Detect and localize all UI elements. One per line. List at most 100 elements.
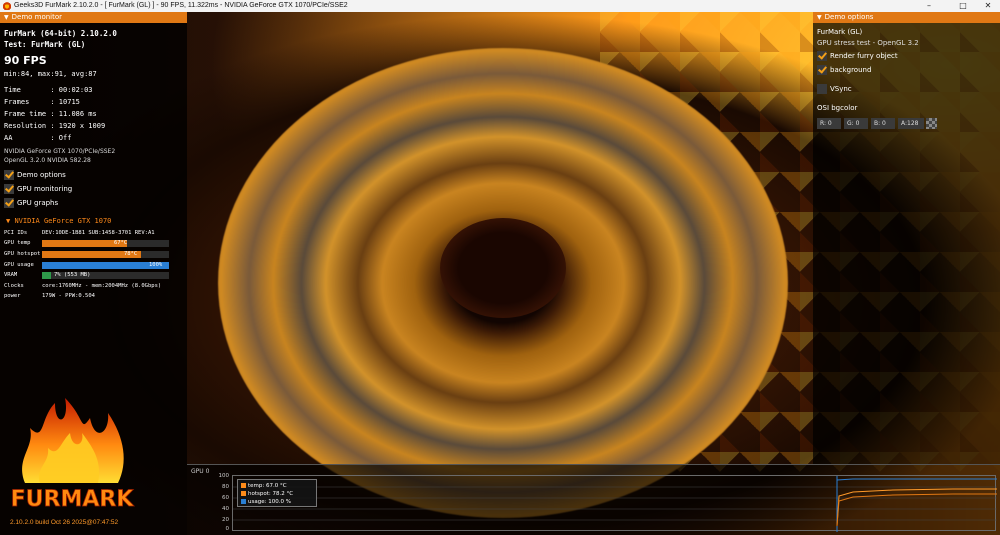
stat-resolution: Resolution : 1920 x 1009 — [4, 122, 105, 130]
legend-label: hotspot: 78.2 °C — [248, 491, 294, 497]
stat-label: Frame time : — [4, 110, 55, 118]
bgcolor-r-field[interactable]: R: 0 — [817, 118, 841, 129]
power-row: power 179W - PPW:0.504 — [4, 292, 184, 301]
pci-value: DEV:10DE-1B81 SUB:1458-3701 REV:A1 — [42, 230, 155, 236]
collapse-triangle-icon: ▼ — [4, 14, 9, 21]
window-title: Geeks3D FurMark 2.10.2.0 - [ FurMark (GL… — [14, 2, 348, 9]
collapse-triangle-icon: ▼ — [817, 14, 822, 21]
usage-series-line — [836, 478, 997, 481]
maximize-button[interactable]: □ — [952, 0, 974, 12]
gpu-hotspot-label: GPU hotspot — [4, 251, 41, 257]
demo-name: FurMark (GL) — [817, 28, 863, 36]
clocks-value: core:1760MHz - mem:2004MHz (8.0Gbps) — [42, 283, 162, 289]
furmark-logo: FURMARK — [10, 398, 135, 512]
legend-swatch — [241, 499, 246, 504]
stat-value: 1920 x 1009 — [58, 122, 106, 130]
gpu-graphs-checkbox[interactable]: GPU graphs — [4, 198, 58, 209]
stat-frames: Frames : 10715 — [4, 98, 80, 106]
gpu-name: NVIDIA GeForce GTX 1070 — [14, 217, 112, 225]
y-tick-label: 60 — [222, 495, 229, 501]
vram-label: VRAM — [4, 272, 18, 278]
checkbox-checked-icon — [4, 198, 14, 208]
demo-options-panel: ▼ Demo options FurMark (GL) GPU stress te… — [813, 12, 1000, 464]
opengl-info: OpenGL 3.2.0 NVIDIA 582.28 — [4, 157, 91, 164]
gpu-usage-label: GPU usage — [4, 262, 34, 268]
logo-wordmark: FURMARK — [11, 487, 135, 512]
minimize-button[interactable]: – — [918, 0, 940, 12]
gpu-monitoring-checkbox[interactable]: GPU monitoring — [4, 184, 72, 195]
y-tick-label: 80 — [222, 484, 229, 490]
clocks-row: Clocks core:1760MHz - mem:2004MHz (8.0Gb… — [4, 282, 184, 291]
test-name: Test: FurMark (GL) — [4, 40, 86, 49]
checkbox-checked-icon — [4, 170, 14, 180]
background-checkbox[interactable]: background — [817, 65, 871, 76]
power-label: power — [4, 293, 21, 299]
gpu-temp-value: 67°C — [114, 240, 128, 246]
legend-hotspot: hotspot: 78.2 °C — [241, 490, 293, 498]
bgcolor-g-field[interactable]: G: 0 — [844, 118, 868, 129]
vram-bar-fill — [42, 272, 51, 279]
demo-monitor-header[interactable]: ▼ Demo monitor — [0, 12, 187, 23]
pci-ids-row: PCI IDs DEV:10DE-1B81 SUB:1458-3701 REV:… — [4, 229, 184, 238]
gpu-graph-panel: GPU 0 100 80 60 40 20 0 temp: 67.0 °C ho… — [187, 464, 1000, 535]
stat-value: 10715 — [58, 98, 80, 106]
checkbox-checked-icon — [817, 65, 827, 75]
checkbox-label: VSync — [830, 85, 852, 93]
graph-title: GPU 0 — [191, 468, 210, 475]
bgcolor-swatch[interactable] — [926, 118, 937, 129]
checkbox-checked-icon — [4, 184, 14, 194]
demo-options-header[interactable]: ▼ Demo options — [813, 12, 1000, 23]
gpu-temp-row: GPU temp 67°C — [4, 239, 184, 248]
legend-label: usage: 100.0 % — [248, 499, 291, 505]
legend-temp: temp: 67.0 °C — [241, 482, 287, 490]
app-name: FurMark (64-bit) 2.10.2.0 — [4, 29, 117, 38]
legend-label: temp: 67.0 °C — [248, 483, 287, 489]
stat-value: Off — [58, 134, 72, 142]
gpu-hotspot-row: GPU hotspot 78°C — [4, 250, 184, 259]
graph-legend: temp: 67.0 °C hotspot: 78.2 °C usage: 10… — [237, 479, 317, 507]
demo-options-checkbox[interactable]: Demo options — [4, 170, 66, 181]
close-button[interactable]: ✕ — [977, 0, 999, 12]
demo-monitor-title: Demo monitor — [11, 13, 63, 21]
demo-description: GPU stress test - OpenGL 3.2 — [817, 39, 919, 47]
stat-value: 00:02:03 — [58, 86, 93, 94]
demo-options-title: Demo options — [824, 13, 874, 21]
graph-plot-area — [232, 475, 997, 532]
y-tick-label: 0 — [225, 526, 230, 532]
vram-bar: 7% (553 MB) — [42, 272, 169, 279]
checkbox-unchecked-icon — [817, 84, 827, 94]
furmark-window: Geeks3D FurMark 2.10.2.0 - [ FurMark (GL… — [0, 0, 1000, 535]
vram-value: 7% (553 MB) — [54, 272, 91, 278]
stat-aa: AA : Off — [4, 134, 71, 142]
gpu-temp-label: GPU temp — [4, 240, 31, 246]
checkbox-label: GPU graphs — [17, 199, 59, 207]
render-furry-object-checkbox[interactable]: Render furry object — [817, 51, 898, 62]
gpu-hotspot-bar: 78°C — [42, 251, 169, 258]
pci-label: PCI IDs — [4, 230, 28, 236]
vsync-checkbox[interactable]: VSync — [817, 84, 852, 95]
bgcolor-a-field[interactable]: A:128 — [898, 118, 924, 129]
fps-counter: 90 FPS — [4, 54, 47, 67]
legend-swatch — [241, 483, 246, 488]
stat-label: Frames : — [4, 98, 55, 106]
y-tick-label: 100 — [218, 473, 230, 479]
clocks-label: Clocks — [4, 283, 24, 289]
stat-time: Time : 00:02:03 — [4, 86, 93, 94]
gpu-usage-bar: 100% — [42, 262, 169, 269]
temp-series-line — [836, 493, 997, 527]
fps-stats: min:84, max:91, avg:87 — [4, 70, 97, 78]
checkbox-label: Render furry object — [830, 52, 898, 60]
legend-swatch — [241, 491, 246, 496]
gpu-temp-bar: 67°C — [42, 240, 169, 247]
gpu-section-header[interactable]: ▼ NVIDIA GeForce GTX 1070 — [6, 217, 111, 225]
checkbox-checked-icon — [817, 51, 827, 61]
checkbox-label: Demo options — [17, 171, 66, 179]
osi-bgcolor-label: OSI bgcolor — [817, 104, 858, 112]
y-tick-label: 20 — [222, 517, 229, 523]
renderer-info: NVIDIA GeForce GTX 1070/PCIe/SSE2 — [4, 148, 116, 155]
checkbox-label: background — [830, 66, 872, 74]
stat-frame-time: Frame time : 11.086 ms — [4, 110, 97, 118]
title-bar: Geeks3D FurMark 2.10.2.0 - [ FurMark (GL… — [0, 0, 1000, 12]
checkbox-label: GPU monitoring — [17, 185, 73, 193]
bgcolor-b-field[interactable]: B: 0 — [871, 118, 895, 129]
